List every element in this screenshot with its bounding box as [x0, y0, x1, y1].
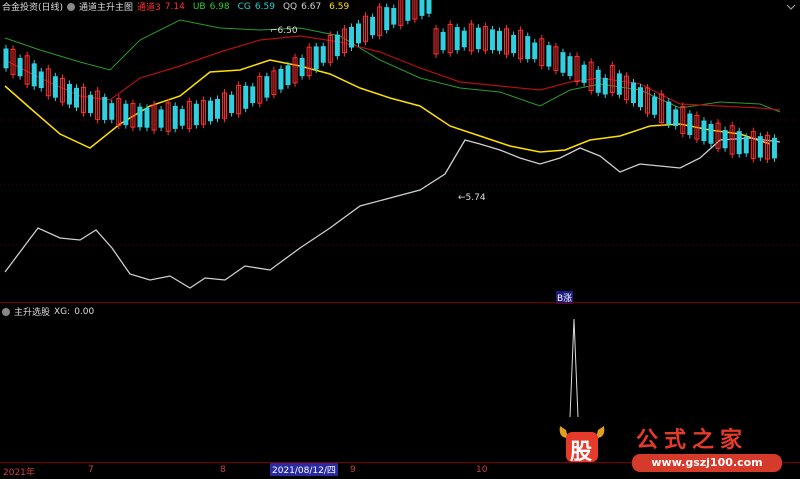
candle-body [207, 100, 213, 122]
candle-body [66, 83, 72, 105]
candle-body [560, 52, 566, 73]
candle-body [31, 63, 37, 87]
axis-cursor-date: 2021/08/12/四 [270, 463, 338, 476]
candle-body [546, 45, 552, 67]
candle-body [144, 107, 150, 128]
low-price-label: ←5.74 [458, 193, 486, 203]
xg-signal-spike [569, 318, 579, 418]
candle-body [595, 69, 601, 93]
candle-body [391, 8, 397, 25]
candle-body [285, 65, 291, 86]
candle-body [313, 46, 319, 70]
candle-body [384, 7, 390, 31]
axis-label-sep: 9 [350, 465, 356, 475]
candle-body [74, 87, 79, 108]
candle-body [52, 76, 58, 98]
candle-body [426, 0, 432, 14]
candle-body [215, 98, 220, 119]
logo-name: 公式之家 [636, 428, 749, 453]
logo-glyph: 股 [570, 440, 593, 465]
candle-body [370, 16, 376, 36]
candle-body [179, 109, 185, 126]
candle-body [687, 113, 693, 135]
candle-body [673, 109, 679, 126]
candle-body [532, 42, 538, 60]
candle-body [88, 94, 94, 114]
candle-body [722, 130, 728, 149]
candle-body [356, 23, 361, 44]
candle-body [771, 137, 777, 159]
candle-body [454, 27, 460, 51]
candle-body [320, 46, 326, 63]
candle-body [250, 86, 256, 104]
candle-body [158, 109, 164, 128]
candle-body [193, 103, 199, 126]
candle-body [736, 131, 742, 155]
axis-label-jul: 7 [88, 465, 94, 475]
axis-label-aug: 8 [220, 465, 226, 475]
candle-body [461, 30, 467, 48]
candle-body [638, 87, 643, 107]
candle-body [567, 56, 573, 76]
candle-body [666, 101, 672, 125]
candle-body [708, 123, 714, 144]
candle-body [581, 64, 587, 83]
candle-body [630, 82, 636, 104]
watermark-logo: 股 [556, 420, 608, 465]
candle-body [172, 105, 178, 129]
logo-url: www.gszj100.com [632, 454, 782, 472]
candle-body [102, 96, 108, 120]
candle-body [38, 71, 44, 89]
candle-body [334, 34, 340, 57]
main-chart[interactable] [0, 0, 800, 303]
candle-body [701, 120, 707, 142]
candle-body [489, 29, 495, 50]
candle-body [299, 57, 305, 77]
candle-body [743, 136, 749, 154]
candle-body [616, 73, 622, 95]
candle-body [109, 103, 115, 120]
high-price-label: ⌐6.50 [270, 26, 298, 36]
candle-body [440, 31, 446, 51]
candle-body [475, 27, 481, 50]
candle-body [652, 96, 658, 115]
candle-body [264, 76, 270, 98]
axis-label-oct: 10 [476, 465, 488, 475]
candle-body [405, 0, 411, 21]
candle-body [243, 85, 249, 109]
candle-body [17, 58, 23, 77]
candle-body [137, 106, 143, 128]
candle-body [757, 136, 763, 158]
candle-body [278, 68, 284, 90]
candle-body [497, 30, 502, 51]
candle-body [419, 0, 425, 16]
oscillator-curve [4, 137, 781, 289]
axis-label-year: 2021年 [3, 468, 35, 478]
candle-body [123, 103, 129, 126]
candle-body [229, 94, 235, 114]
candle-body [525, 36, 531, 60]
candle-body [348, 26, 354, 48]
candle-body [3, 48, 9, 69]
candle-body [602, 77, 608, 95]
candle-body [511, 34, 517, 54]
